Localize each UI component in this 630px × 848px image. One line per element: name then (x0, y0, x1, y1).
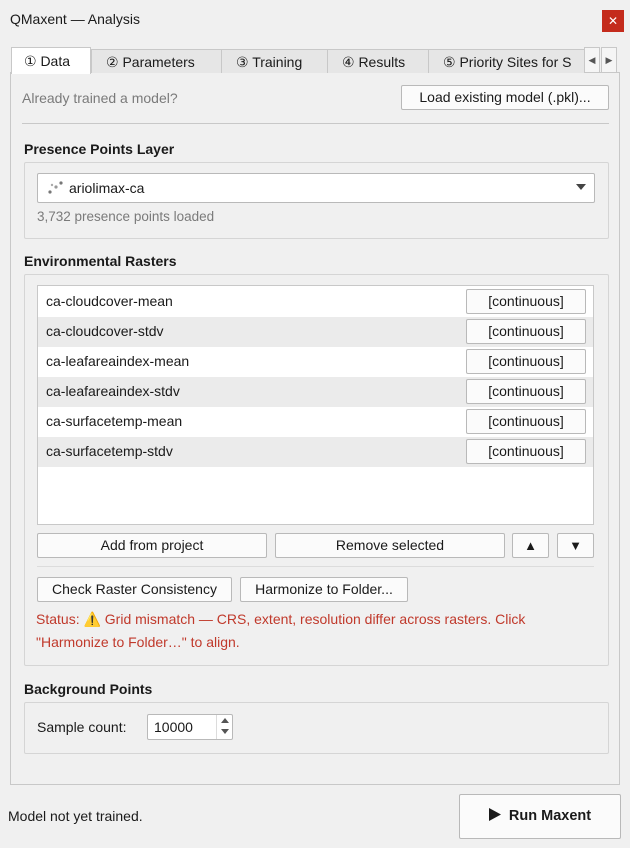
presence-section-title: Presence Points Layer (24, 141, 175, 157)
arrow-down-icon: ▼ (569, 538, 582, 553)
play-icon (488, 808, 501, 821)
run-maxent-button[interactable]: Run Maxent (459, 794, 621, 839)
spin-buttons[interactable] (216, 715, 232, 739)
tab-scroll-left-button[interactable]: ◀ (584, 47, 600, 73)
raster-row[interactable]: ca-leafareaindex-stdv [continuous] (38, 377, 593, 407)
raster-name: ca-surfacetemp-stdv (46, 443, 173, 459)
check-raster-consistency-button[interactable]: Check Raster Consistency (37, 577, 232, 602)
raster-row[interactable]: ca-surfacetemp-mean [continuous] (38, 407, 593, 437)
rasters-groupbox: ca-cloudcover-mean [continuous] ca-cloud… (24, 274, 609, 666)
raster-type-button[interactable]: [continuous] (466, 409, 586, 434)
add-from-project-button[interactable]: Add from project (37, 533, 267, 558)
chevron-right-icon: ▶ (605, 55, 613, 65)
raster-name: ca-surfacetemp-mean (46, 413, 183, 429)
tab-results[interactable]: ④ Results (327, 49, 429, 74)
divider (37, 566, 594, 567)
raster-status-line: Status: ⚠️ Grid mismatch — CRS, extent, … (36, 611, 526, 627)
data-tab-panel: Already trained a model? Load existing m… (10, 73, 620, 785)
run-maxent-label: Run Maxent (508, 808, 592, 824)
chevron-down-icon (576, 184, 586, 190)
raster-type-button[interactable]: [continuous] (466, 349, 586, 374)
raster-status-line: "Harmonize to Folder…" to align. (36, 634, 240, 650)
raster-type-button[interactable]: [continuous] (466, 379, 586, 404)
harmonize-to-folder-button[interactable]: Harmonize to Folder... (240, 577, 408, 602)
raster-type-button[interactable]: [continuous] (466, 439, 586, 464)
background-groupbox: Sample count: 10000 (24, 702, 609, 754)
close-button[interactable]: ✕ (602, 10, 624, 32)
raster-name: ca-leafareaindex-stdv (46, 383, 180, 399)
sample-count-value: 10000 (154, 719, 193, 735)
presence-layer-combo[interactable]: ariolimax-ca (37, 173, 595, 203)
divider (22, 123, 609, 124)
raster-type-button[interactable]: [continuous] (466, 319, 586, 344)
chevron-left-icon: ◀ (588, 55, 596, 65)
already-trained-prompt: Already trained a model? (22, 90, 178, 106)
raster-row[interactable]: ca-leafareaindex-mean [continuous] (38, 347, 593, 377)
load-model-button[interactable]: Load existing model (.pkl)... (401, 85, 609, 110)
spin-down-icon[interactable] (221, 729, 229, 734)
raster-row[interactable]: ca-surfacetemp-stdv [continuous] (38, 437, 593, 467)
sample-count-spinbox[interactable]: 10000 (147, 714, 233, 740)
window-title: QMaxent — Analysis (10, 11, 140, 27)
tab-bar: ① Data ② Parameters ③ Training ④ Results… (10, 47, 620, 74)
presence-groupbox: ariolimax-ca 3,732 presence points loade… (24, 162, 609, 239)
raster-name: ca-cloudcover-mean (46, 293, 173, 309)
raster-type-button[interactable]: [continuous] (466, 289, 586, 314)
tab-data[interactable]: ① Data (11, 47, 91, 74)
raster-status-text: Status: ⚠️ Grid mismatch — CRS, extent, … (36, 608, 606, 654)
presence-layer-value: ariolimax-ca (69, 180, 145, 196)
rasters-section-title: Environmental Rasters (24, 253, 177, 269)
tab-priority-sites[interactable]: ⑤ Priority Sites for S (428, 49, 586, 74)
move-down-button[interactable]: ▼ (557, 533, 594, 558)
raster-name: ca-leafareaindex-mean (46, 353, 190, 369)
spin-up-icon[interactable] (221, 718, 229, 723)
move-up-button[interactable]: ▲ (512, 533, 549, 558)
raster-name: ca-cloudcover-stdv (46, 323, 164, 339)
close-icon: ✕ (607, 14, 619, 28)
arrow-up-icon: ▲ (524, 538, 537, 553)
presence-count-text: 3,732 presence points loaded (37, 209, 215, 224)
raster-row[interactable]: ca-cloudcover-stdv [continuous] (38, 317, 593, 347)
model-status-text: Model not yet trained. (8, 808, 143, 824)
tab-parameters[interactable]: ② Parameters (91, 49, 222, 74)
background-section-title: Background Points (24, 681, 153, 697)
window-titlebar: QMaxent — Analysis ✕ (0, 0, 630, 40)
raster-row[interactable]: ca-cloudcover-mean [continuous] (38, 287, 593, 317)
remove-selected-button[interactable]: Remove selected (275, 533, 505, 558)
raster-list[interactable]: ca-cloudcover-mean [continuous] ca-cloud… (37, 285, 594, 525)
tab-scroll-right-button[interactable]: ▶ (601, 47, 617, 73)
point-layer-icon (48, 181, 63, 194)
sample-count-label: Sample count: (37, 719, 127, 735)
tab-training[interactable]: ③ Training (221, 49, 328, 74)
